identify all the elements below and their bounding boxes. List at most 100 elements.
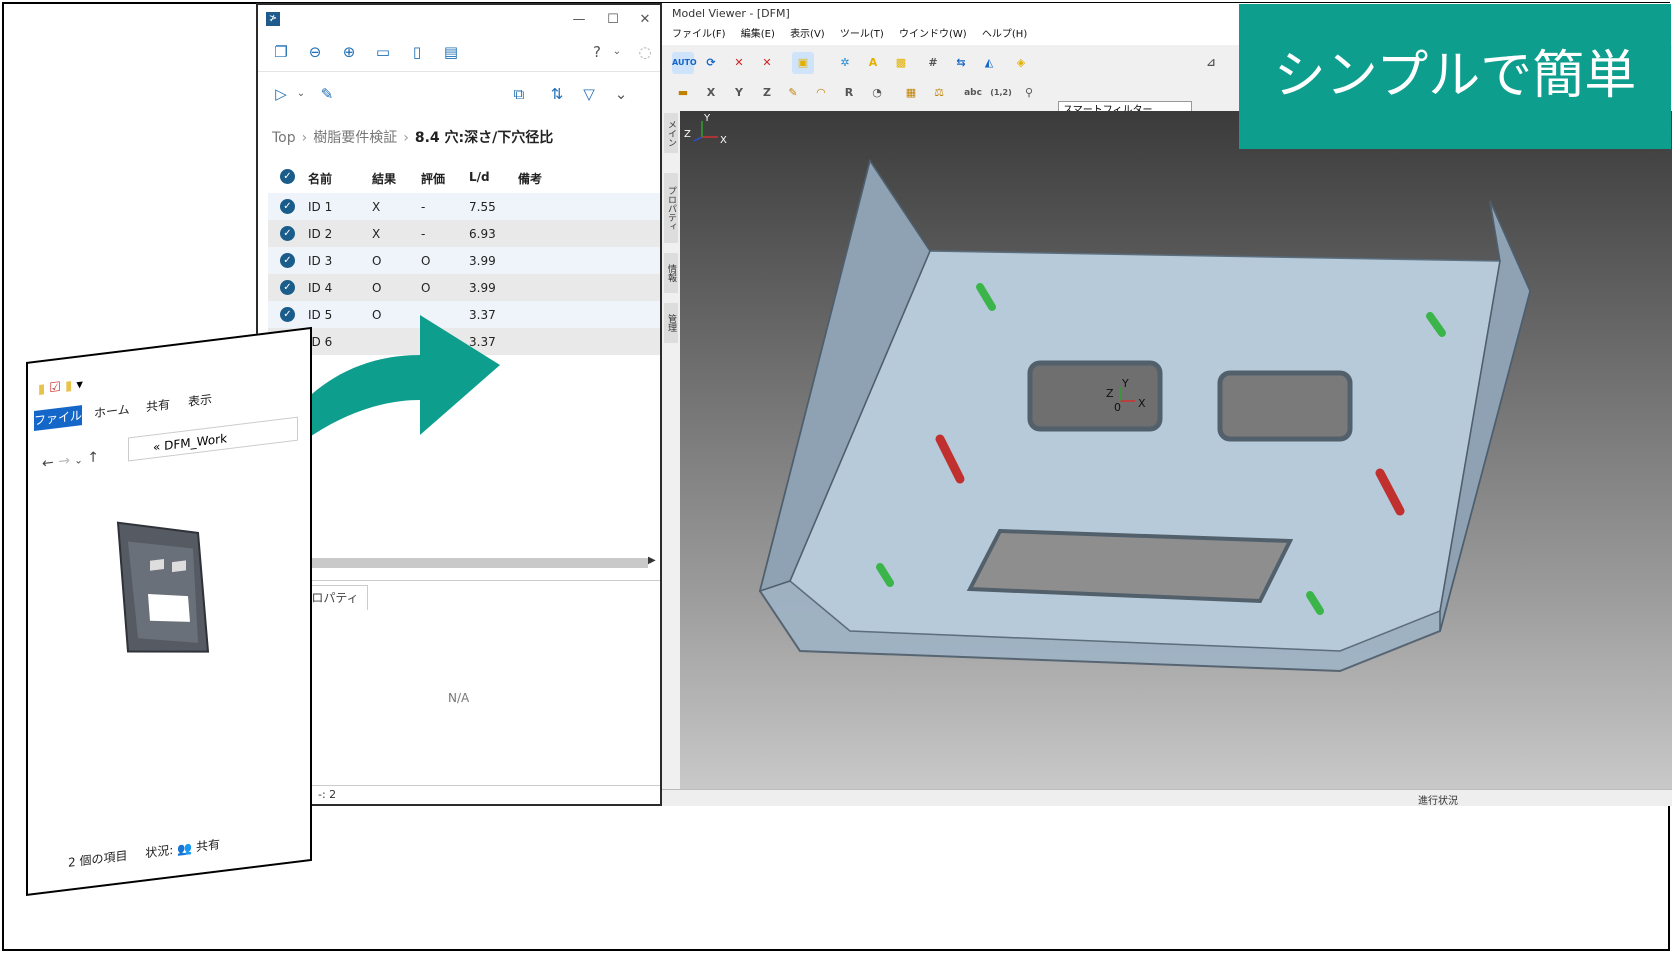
swap-icon[interactable]: ⇆ (950, 52, 972, 74)
angle-icon[interactable]: ◔ (866, 82, 888, 104)
menu-view[interactable]: 表示(V) (790, 29, 825, 40)
maximize-button[interactable]: ☐ (602, 9, 624, 31)
report-icon[interactable]: ▤ (442, 43, 460, 61)
minimize-button[interactable]: — (568, 9, 590, 31)
column-header-result[interactable]: 結果 (372, 170, 396, 187)
properties-empty-text: N/A (448, 691, 470, 705)
bell-icon[interactable]: ◌ (636, 43, 654, 61)
quick-access-toolbar: ▮ ☑ ▮ ▾ (38, 377, 83, 398)
ruler-icon[interactable]: ▬ (672, 82, 694, 104)
chevron-down-icon[interactable]: ⌄ (74, 455, 82, 467)
ribbon-view-tab[interactable]: 表示 (188, 389, 212, 412)
properties-icon[interactable]: ☑ (49, 380, 61, 396)
path-text: « DFM_Work (153, 431, 228, 455)
tab-properties[interactable]: プロパティ (664, 173, 678, 243)
coordinate-icon[interactable]: (1,2) (990, 82, 1012, 104)
chevron-right-icon: › (403, 130, 409, 146)
axis-x-label: X (720, 135, 727, 146)
sort-icon[interactable]: ⇅ (548, 85, 566, 103)
pencil-icon[interactable]: ✎ (318, 85, 336, 103)
breadcrumb-item[interactable]: Top (272, 130, 296, 146)
breadcrumb-item[interactable]: 樹脂要件検証 (313, 130, 397, 146)
viewer-toolbar: AUTO ⟳ ✕ ✕ ▣ ✲ A ▩ # ⇆ ◭ ◈ スマートフィルター ⊿ ▬… (670, 50, 1290, 119)
chevron-down-icon[interactable]: ⌄ (612, 85, 630, 103)
table-row[interactable]: ✓ ID 3 O O 3.99 (268, 247, 660, 274)
query-icon[interactable]: ⚲ (1018, 82, 1040, 104)
column-header-evaluation[interactable]: 評価 (421, 170, 445, 187)
axis-z-label: Z (1106, 387, 1114, 400)
menu-window[interactable]: ウインドウ(W) (899, 29, 967, 40)
cell-ld: 3.99 (469, 254, 496, 268)
3d-canvas[interactable]: X Y Z X Y Z 0 (680, 111, 1672, 791)
arc-icon[interactable]: ◠ (810, 82, 832, 104)
horizontal-scrollbar[interactable] (308, 558, 648, 568)
tab-manage[interactable]: 管理 (664, 303, 678, 343)
help-label: ? (593, 43, 601, 61)
menu-help[interactable]: ヘルプ(H) (982, 29, 1027, 40)
dimension-x-icon[interactable]: X (700, 82, 722, 104)
axis-origin-label: 0 (1114, 401, 1121, 414)
solid-view-icon[interactable]: ▣ (792, 52, 814, 74)
zoom-in-icon[interactable]: ⊕ (340, 43, 358, 61)
tab-main[interactable]: メイン (664, 113, 678, 153)
column-header-note[interactable]: 備考 (518, 170, 542, 187)
shared-users-icon: 👥 (177, 840, 193, 857)
chevron-down-icon[interactable]: ⌄ (608, 43, 626, 61)
close-button[interactable]: ✕ (634, 9, 656, 31)
scale-icon[interactable]: ⚖ (928, 82, 950, 104)
copy-icon[interactable]: ❐ (272, 43, 290, 61)
table-icon[interactable]: ▦ (900, 82, 922, 104)
address-bar[interactable]: « DFM_Work (128, 416, 298, 462)
dimension-z-icon[interactable]: Z (756, 82, 778, 104)
delete-select-icon[interactable]: ✕ (756, 52, 778, 74)
back-icon[interactable]: ← (42, 455, 54, 472)
row-checkbox[interactable]: ✓ (280, 226, 295, 241)
tab-info[interactable]: 情報 (664, 253, 678, 293)
table-row[interactable]: ✓ ID 1 X - 7.55 (268, 193, 660, 220)
menu-file[interactable]: ファイル(F) (672, 29, 726, 40)
column-header-ld[interactable]: L/d (469, 170, 490, 184)
folder-icon: ▮ (38, 381, 46, 398)
measure-icon[interactable]: ⊿ (1200, 52, 1222, 74)
section-icon[interactable]: ◭ (978, 52, 1000, 74)
delete-icon[interactable]: ✕ (728, 52, 750, 74)
row-checkbox[interactable]: ✓ (280, 253, 295, 268)
menu-edit[interactable]: 編集(E) (741, 29, 775, 40)
breadcrumb-current: 8.4 穴:深さ/下穴径比 (414, 130, 554, 146)
table-row[interactable]: ✓ ID 2 X - 6.93 (268, 220, 660, 247)
up-icon[interactable]: ↑ (87, 449, 99, 466)
auto-button[interactable]: AUTO (672, 52, 697, 74)
part-thumbnail[interactable] (98, 500, 218, 685)
fit-window-icon[interactable]: ▭ (374, 43, 392, 61)
axis-y-label: Y (703, 113, 711, 124)
dimension-y-icon[interactable]: Y (728, 82, 750, 104)
grid-icon[interactable]: # (922, 52, 944, 74)
play-icon[interactable]: ▷ (272, 85, 290, 103)
package-icon[interactable]: ◈ (1010, 52, 1032, 74)
row-checkbox[interactable]: ✓ (280, 199, 295, 214)
annotation-icon[interactable]: A (862, 52, 884, 74)
text-annotation-icon[interactable]: abc (962, 82, 984, 104)
select-all-checkbox[interactable]: ✓ (280, 169, 295, 184)
document-icon[interactable]: ▯ (408, 43, 426, 61)
box-icon[interactable]: ▩ (890, 52, 912, 74)
zoom-out-icon[interactable]: ⊖ (306, 43, 324, 61)
help-icon[interactable]: ? (588, 43, 606, 61)
cell-evaluation: - (421, 200, 426, 214)
ribbon-file-tab[interactable]: ファイル (34, 405, 82, 432)
forward-icon[interactable]: → (58, 453, 70, 470)
menu-tools[interactable]: ツール(T) (840, 29, 884, 40)
column-header-name[interactable]: 名前 (308, 170, 332, 187)
view-options-icon[interactable]: ⧉ (510, 85, 528, 103)
pencil-icon[interactable]: ✎ (782, 82, 804, 104)
rotate-icon[interactable]: ⟳ (700, 52, 722, 74)
scroll-right-icon[interactable]: ▶ (648, 555, 656, 566)
points-icon[interactable]: ✲ (834, 52, 856, 74)
customize-icon[interactable]: ▾ (76, 377, 83, 393)
filter-icon[interactable]: ▽ (580, 85, 598, 103)
ribbon-home-tab[interactable]: ホーム (94, 399, 130, 423)
radius-icon[interactable]: R (838, 82, 860, 104)
chevron-down-icon[interactable]: ⌄ (292, 85, 310, 103)
app-logo-icon: ≯ (266, 12, 280, 26)
ribbon-share-tab[interactable]: 共有 (146, 394, 170, 417)
